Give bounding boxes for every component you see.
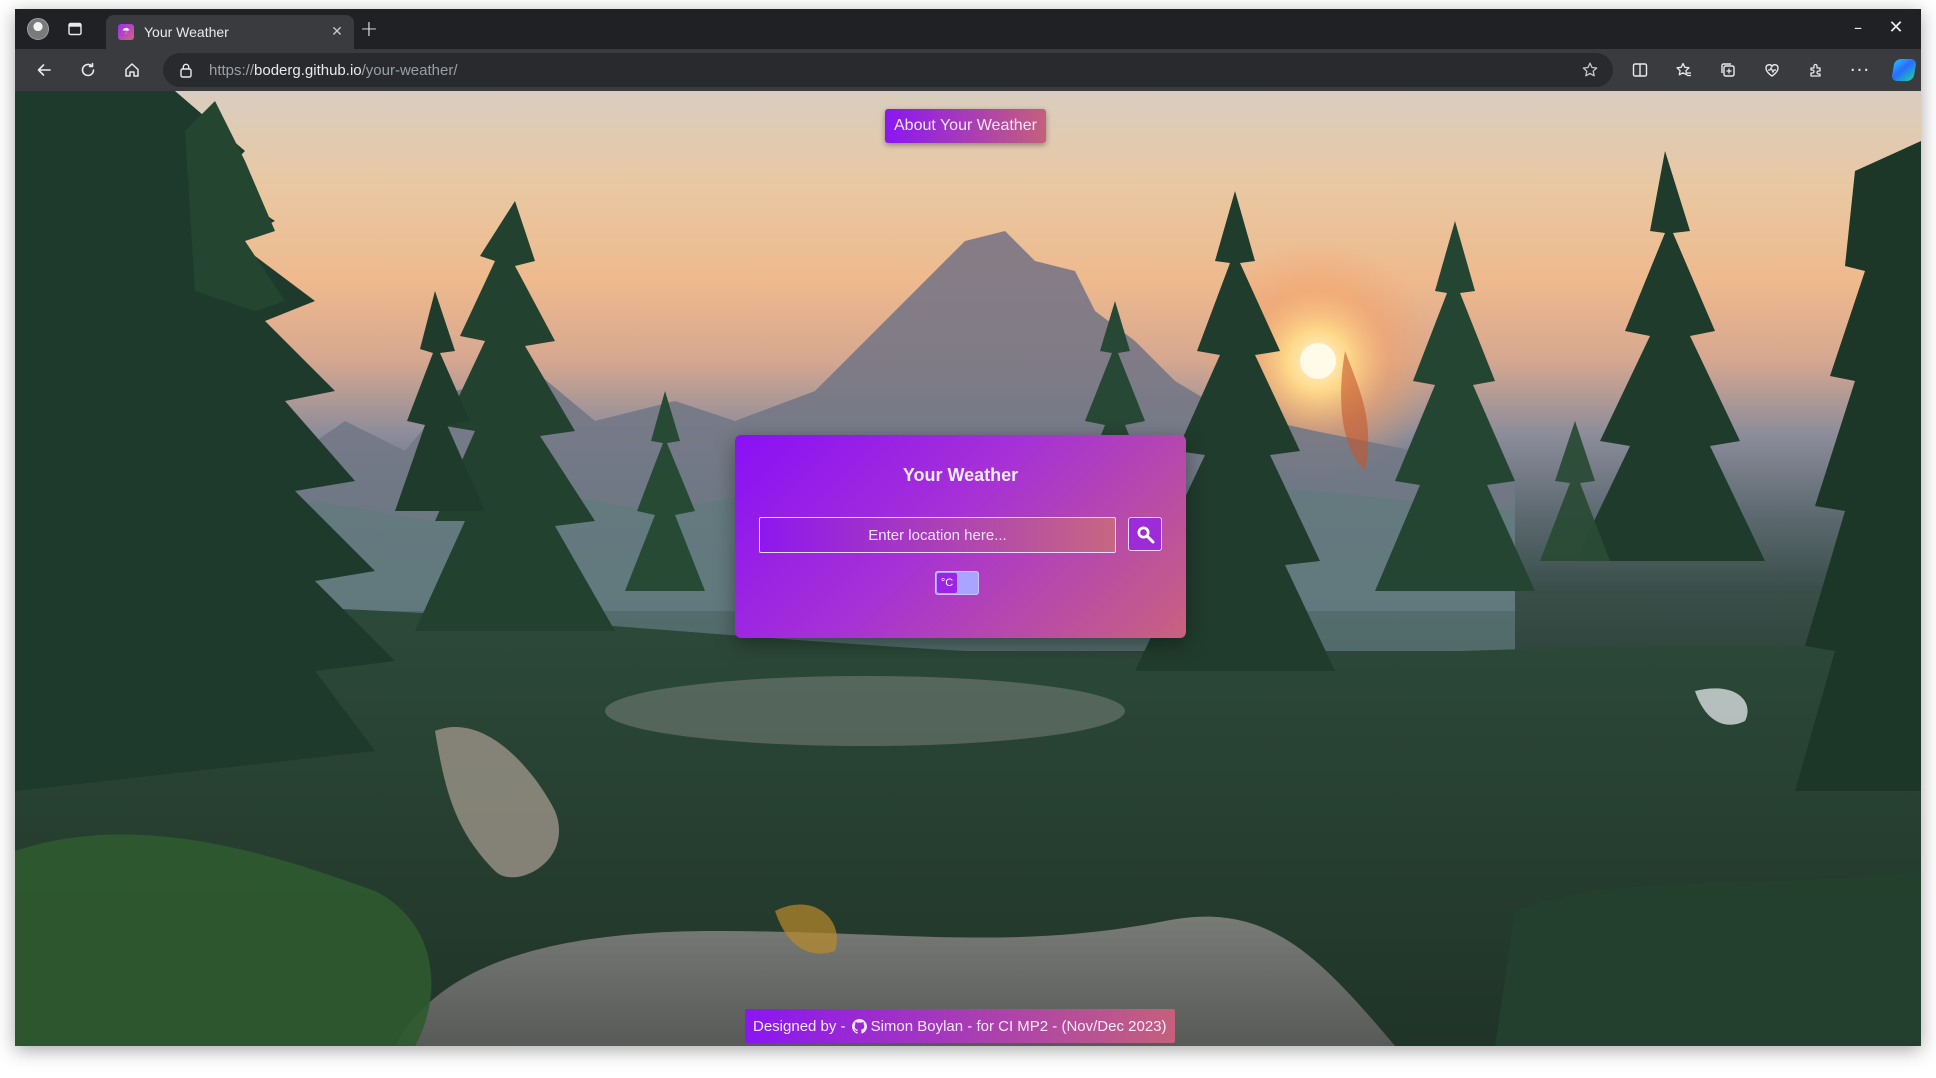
tab-actions-icon[interactable] <box>62 16 88 42</box>
star-icon[interactable] <box>1579 59 1601 81</box>
card-title: Your Weather <box>902 465 1019 485</box>
tab-title: Your Weather <box>144 24 229 40</box>
minimize-icon[interactable]: – <box>1843 15 1873 39</box>
copilot-icon[interactable] <box>1889 56 1919 84</box>
address-bar[interactable]: https://boderg.github.io/your-weather/ <box>163 53 1613 87</box>
footer-credit: Designed by - Simon Boylan - for CI MP2 … <box>745 1009 1175 1043</box>
temperature-unit-toggle[interactable]: °C <box>935 571 979 595</box>
tab-strip: ☂ Your Weather ✕ + – ✕ <box>15 9 1921 49</box>
back-icon[interactable] <box>29 56 59 84</box>
search-icon <box>1137 526 1155 544</box>
github-icon[interactable] <box>851 1018 867 1034</box>
weather-card: Your Weather °C <box>735 435 1186 638</box>
reload-icon[interactable] <box>73 56 103 84</box>
unit-label: °C <box>937 573 957 593</box>
browser-toolbar: https://boderg.github.io/your-weather/ ·… <box>15 49 1921 91</box>
extensions-icon[interactable] <box>1801 56 1831 84</box>
home-icon[interactable] <box>117 56 147 84</box>
about-button[interactable]: About Your Weather <box>885 109 1046 143</box>
collections-icon[interactable] <box>1713 56 1743 84</box>
footer-prefix: Designed by - <box>753 1017 846 1035</box>
search-button[interactable] <box>1128 517 1162 551</box>
more-options-icon[interactable]: ··· <box>1845 56 1875 84</box>
lock-icon[interactable] <box>177 61 195 79</box>
footer-author-link[interactable]: Simon Boylan <box>871 1018 964 1035</box>
favorites-icon[interactable] <box>1669 56 1699 84</box>
url-path: /your-weather/ <box>361 61 458 79</box>
favicon-icon: ☂ <box>118 24 134 40</box>
location-search-input[interactable] <box>759 517 1116 553</box>
browser-window: ☂ Your Weather ✕ + – ✕ https://boderg.gi… <box>15 9 1921 1046</box>
split-screen-icon[interactable] <box>1625 56 1655 84</box>
close-tab-icon[interactable]: ✕ <box>326 21 348 43</box>
url-text[interactable]: https://boderg.github.io/your-weather/ <box>209 53 458 87</box>
profile-icon[interactable] <box>25 16 51 42</box>
performance-icon[interactable] <box>1757 56 1787 84</box>
url-host: boderg.github.io <box>254 61 362 79</box>
page-viewport: About Your Weather Your Weather °C Desig… <box>15 91 1921 1046</box>
close-window-icon[interactable]: ✕ <box>1881 15 1911 39</box>
tab-your-weather[interactable]: ☂ Your Weather ✕ <box>106 15 354 49</box>
new-tab-icon[interactable]: + <box>356 16 382 42</box>
url-scheme: https:// <box>209 61 255 79</box>
footer-suffix: - for CI MP2 - (Nov/Dec 2023) <box>967 1017 1167 1035</box>
